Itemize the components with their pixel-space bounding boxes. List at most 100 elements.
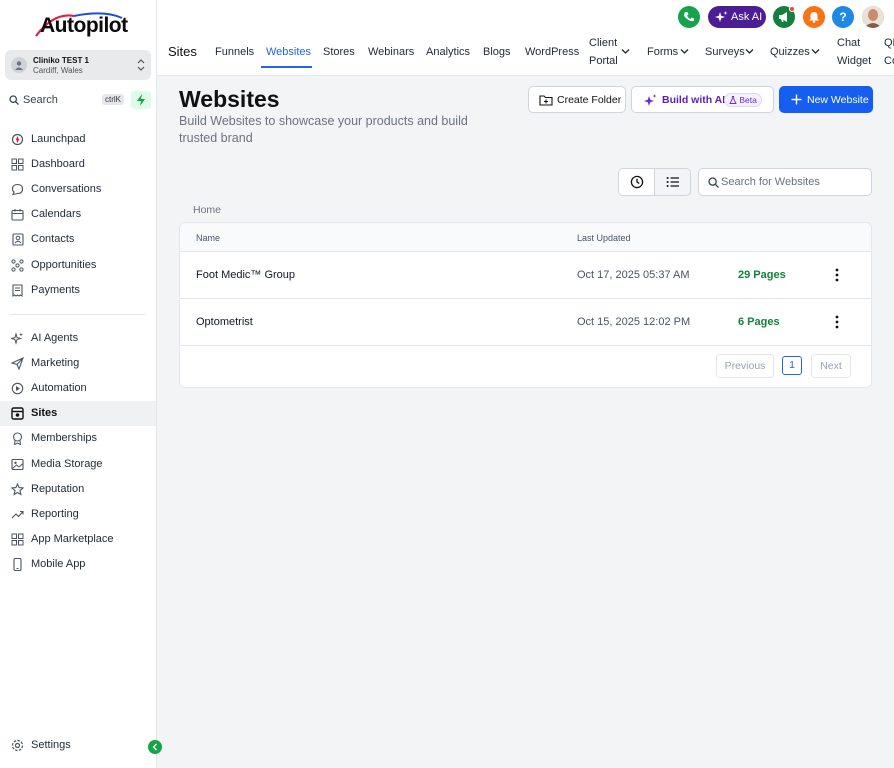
plus-icon: [791, 94, 802, 105]
sidebar-item-mobile-app[interactable]: Mobile App: [0, 552, 156, 577]
flask-icon: [729, 96, 737, 104]
chevron-down-icon[interactable]: [680, 48, 689, 55]
page-count: 6 Pages: [738, 316, 780, 328]
account-switcher[interactable]: Cliniko TEST 1 Cardiff, Wales: [5, 50, 151, 80]
create-folder-label: Create Folder: [557, 94, 622, 106]
autopilot-logo[interactable]: Autopilot: [34, 10, 128, 40]
tab-funnels[interactable]: Funnels: [215, 46, 254, 58]
ask-ai-button[interactable]: Ask AI: [708, 6, 766, 28]
more-vertical-icon[interactable]: [830, 314, 844, 330]
tab-webinars[interactable]: Webinars: [368, 46, 414, 58]
sidebar-item-automation[interactable]: Automation: [0, 376, 156, 401]
image-icon: [11, 458, 24, 470]
tab-label-line: Chat: [837, 37, 861, 49]
sidebar-item-calendars[interactable]: Calendars: [0, 202, 156, 227]
tab-wordpress[interactable]: WordPress: [525, 46, 579, 58]
chevron-down-icon[interactable]: [621, 48, 630, 55]
tab-chat-widget[interactable]: Chat Widget: [837, 34, 871, 70]
website-name[interactable]: Foot Medic™ Group: [196, 269, 295, 281]
recent-view-button[interactable]: [619, 169, 655, 195]
sidebar-item-label: Sites: [31, 407, 58, 420]
sidebar-item-reporting[interactable]: Reporting: [0, 502, 156, 527]
table-row[interactable]: Foot Medic™ Group Oct 17, 2025 05:37 AM 29…: [180, 252, 871, 299]
sidebar-item-contacts[interactable]: Contacts: [0, 227, 156, 252]
page-number-button[interactable]: 1: [782, 356, 802, 375]
page-count: 29 Pages: [738, 269, 786, 281]
build-with-ai-button[interactable]: Build with AI Beta: [631, 86, 774, 113]
help-button[interactable]: ?: [832, 6, 854, 28]
tab-quizzes[interactable]: Quizzes: [770, 46, 810, 58]
sidebar-item-label: Automation: [31, 382, 87, 395]
more-vertical-icon[interactable]: [830, 267, 844, 283]
trend-icon: [11, 510, 24, 519]
phone-button[interactable]: [678, 6, 700, 28]
collapse-sidebar-button[interactable]: [148, 740, 162, 754]
chevron-down-icon[interactable]: [745, 48, 754, 55]
user-icon: [15, 61, 23, 70]
sidebar-item-marketing[interactable]: Marketing: [0, 351, 156, 376]
sidebar-item-app-marketplace[interactable]: App Marketplace: [0, 527, 156, 552]
sidebar-item-payments[interactable]: Payments: [0, 278, 156, 303]
calendar-icon: [11, 209, 24, 221]
account-location: Cardiff, Wales: [33, 66, 83, 75]
website-search: [698, 168, 872, 196]
sidebar-item-sites[interactable]: Sites: [0, 401, 156, 427]
sidebar-item-opportunities[interactable]: Opportunities: [0, 253, 156, 278]
create-folder-button[interactable]: Create Folder: [528, 86, 626, 113]
sidebar-item-reputation[interactable]: Reputation: [0, 477, 156, 502]
column-header-name[interactable]: Name: [196, 233, 220, 243]
build-with-ai-label: Build with AI: [662, 94, 726, 106]
sidebar-item-ai-agents[interactable]: AI Agents: [0, 326, 156, 351]
sidebar-item-label: Reporting: [31, 507, 79, 520]
tab-qr-codes[interactable]: QR Co: [884, 34, 894, 70]
sidebar-item-launchpad[interactable]: Launchpad: [0, 127, 156, 152]
search-icon: [708, 177, 719, 188]
automation-icon: [11, 382, 24, 395]
chevron-updown-icon: [137, 59, 145, 71]
tab-surveys[interactable]: Surveys: [705, 46, 745, 58]
user-avatar[interactable]: [862, 6, 884, 28]
sidebar-item-label: Settings: [31, 739, 71, 751]
search-shortcut: ctrlK: [102, 94, 124, 105]
chevron-down-icon[interactable]: [811, 48, 820, 55]
column-header-last-updated[interactable]: Last Updated: [577, 233, 631, 243]
website-name[interactable]: Optometrist: [196, 316, 253, 328]
last-updated: Oct 15, 2025 12:02 PM: [577, 316, 691, 328]
quick-action-button[interactable]: [131, 91, 151, 109]
sidebar-search[interactable]: Search ctrlK: [5, 90, 125, 110]
tab-analytics[interactable]: Analytics: [426, 46, 470, 58]
tab-forms[interactable]: Forms: [647, 46, 678, 58]
tab-blogs[interactable]: Blogs: [483, 46, 511, 58]
tab-label-line: Client: [589, 37, 618, 49]
sidebar-item-label: Reputation: [31, 482, 85, 495]
sidebar: Autopilot Cliniko TEST 1 Cardiff, Wales …: [0, 0, 162, 768]
tab-stores[interactable]: Stores: [323, 46, 355, 58]
previous-page-button[interactable]: Previous: [716, 354, 774, 378]
sidebar-item-label: Media Storage: [31, 457, 103, 470]
sidebar-item-conversations[interactable]: Conversations: [0, 177, 156, 202]
sidebar-item-settings[interactable]: Settings: [0, 733, 156, 758]
breadcrumb[interactable]: Home: [193, 204, 221, 216]
send-icon: [11, 357, 24, 371]
page-title: Websites: [179, 86, 280, 112]
tab-client-portal[interactable]: Client Portal: [589, 34, 618, 70]
rocket-icon: [11, 133, 24, 146]
list-view-button[interactable]: [655, 169, 690, 195]
sidebar-item-media-storage[interactable]: Media Storage: [0, 452, 156, 477]
search-input[interactable]: [721, 174, 866, 190]
tab-websites[interactable]: Websites: [266, 46, 311, 58]
receipt-icon: [12, 284, 23, 297]
next-page-button[interactable]: Next: [811, 354, 851, 378]
sidebar-item-memberships[interactable]: Memberships: [0, 426, 156, 451]
bell-icon: [809, 12, 819, 23]
sidebar-item-dashboard[interactable]: Dashboard: [0, 152, 156, 177]
sidebar-item-label: Conversations: [31, 183, 102, 196]
new-website-button[interactable]: New Website: [779, 86, 873, 113]
table-row[interactable]: Optometrist Oct 15, 2025 12:02 PM 6 Pages: [180, 299, 871, 346]
beta-badge: Beta: [724, 93, 762, 107]
last-updated: Oct 17, 2025 05:37 AM: [577, 269, 690, 281]
contacts-icon: [12, 233, 24, 246]
view-toggle: [618, 168, 691, 196]
list-icon: [666, 177, 679, 187]
notifications-button[interactable]: [803, 6, 825, 28]
